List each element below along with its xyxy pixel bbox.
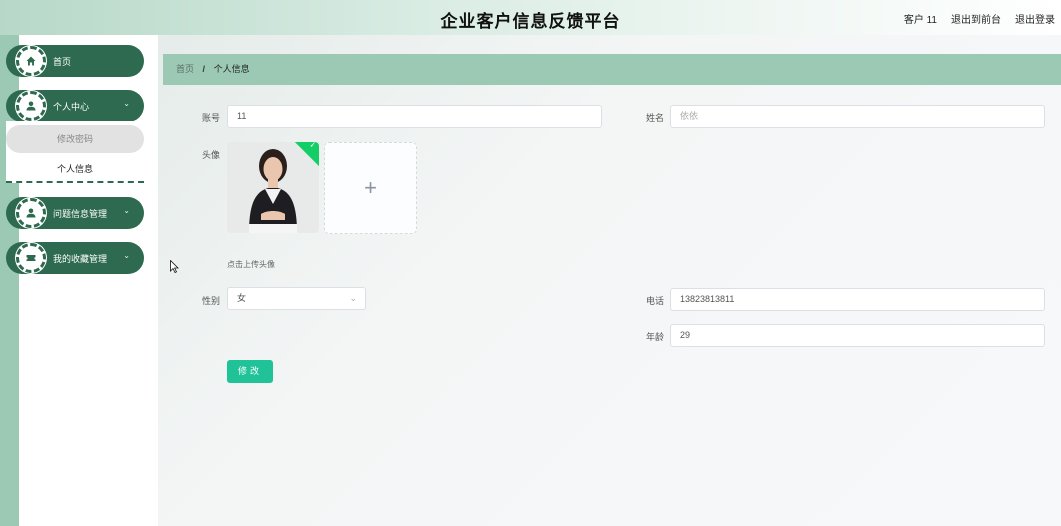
sidebar-item-home[interactable]: 首页: [6, 45, 144, 77]
sidebar-item-label: 我的收藏管理: [53, 254, 108, 264]
avatar-upload-button[interactable]: +: [324, 142, 417, 234]
sidebar-item-personal-center[interactable]: 个人中心 ⌄: [6, 90, 144, 122]
avatar-label: 头像: [201, 150, 220, 160]
header-links: 客户 11 退出到前台 退出登录: [904, 11, 1055, 26]
personal-center-submenu: 修改密码 个人信息: [6, 121, 144, 183]
upload-tip: 点击上传头像: [227, 260, 275, 269]
mouse-cursor-icon: [170, 260, 179, 273]
submit-button[interactable]: 修改: [227, 360, 273, 383]
breadcrumb-home[interactable]: 首页: [176, 64, 194, 74]
account-field[interactable]: 11: [227, 105, 602, 128]
chevron-down-icon: ⌄: [123, 99, 130, 108]
back-to-frontend-link[interactable]: 退出到前台: [951, 11, 1001, 26]
home-icon: [16, 46, 46, 76]
ticket-icon: [16, 243, 46, 273]
name-field[interactable]: 依依: [670, 105, 1045, 128]
check-icon: ✓: [309, 142, 317, 150]
user-icon: [16, 91, 46, 121]
sidebar-item-question-management[interactable]: 问题信息管理 ⌄: [6, 197, 144, 229]
logout-link[interactable]: 退出登录: [1015, 11, 1055, 26]
age-label: 年龄: [645, 332, 664, 342]
breadcrumb-separator: /: [202, 64, 206, 74]
sidebar-item-label: 个人中心: [53, 102, 90, 112]
gender-value: 女: [237, 293, 247, 303]
sidebar-item-label: 首页: [53, 57, 72, 67]
submenu-personal-info[interactable]: 个人信息: [6, 155, 144, 183]
gender-label: 性别: [201, 296, 220, 306]
breadcrumb-current: 个人信息: [213, 64, 250, 74]
breadcrumb: 首页 / 个人信息: [163, 54, 1061, 85]
chevron-down-icon: ⌄: [349, 293, 357, 303]
sidebar-item-label: 问题信息管理: [53, 209, 108, 219]
avatar-photo: [227, 142, 319, 233]
account-label: 账号: [201, 113, 220, 123]
gender-select[interactable]: 女 ⌄: [227, 287, 366, 310]
avatar-image[interactable]: ✓: [227, 142, 319, 233]
app-title: 企业客户信息反馈平台: [440, 12, 621, 31]
plus-icon: +: [364, 175, 377, 200]
phone-label: 电话: [645, 296, 664, 306]
sidebar-item-favorites-management[interactable]: 我的收藏管理 ⌄: [6, 242, 144, 274]
top-header: 企业客户信息反馈平台 客户 11 退出到前台 退出登录: [0, 0, 1061, 35]
current-user: 客户 11: [903, 15, 937, 26]
chevron-down-icon: ⌄: [123, 206, 130, 215]
phone-field[interactable]: 13823813811: [670, 288, 1045, 311]
user-icon: [16, 198, 46, 228]
chevron-down-icon: ⌄: [123, 251, 130, 260]
name-label: 姓名: [645, 113, 664, 123]
age-field[interactable]: 29: [670, 324, 1045, 347]
submenu-change-password[interactable]: 修改密码: [6, 125, 144, 153]
